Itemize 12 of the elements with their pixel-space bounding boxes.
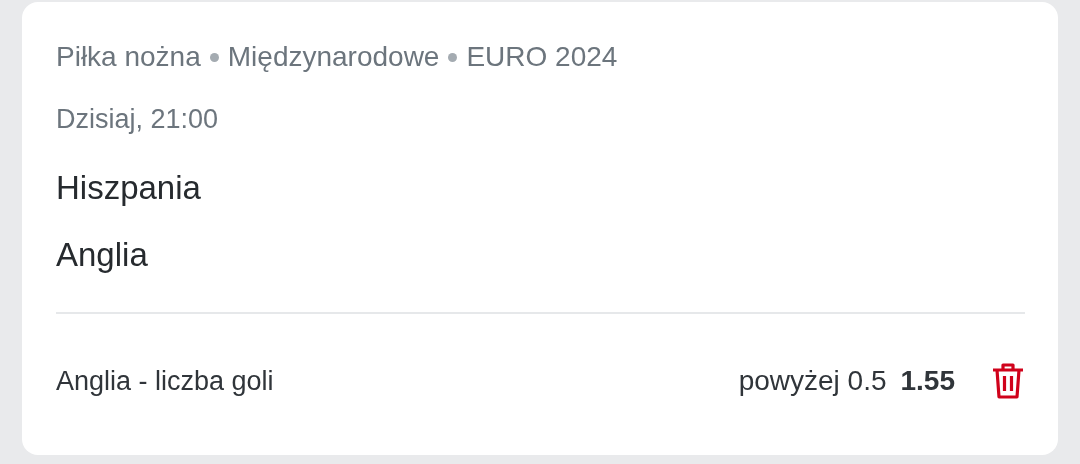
match-time: Dzisiaj, 21:00: [56, 104, 220, 136]
team-name: Anglia: [56, 236, 149, 275]
delete-icon[interactable]: [991, 362, 1025, 400]
separator-dot-icon: [448, 52, 458, 62]
breadcrumb-item: Międzynarodowe: [227, 41, 440, 73]
market-label: Anglia - liczba goli: [56, 365, 275, 397]
team-name: Hiszpania: [56, 169, 202, 208]
breadcrumb-item: Piłka nożna: [56, 41, 201, 73]
separator-dot-icon: [209, 52, 219, 62]
odds-value: 1.55: [900, 365, 955, 397]
breadcrumb-item: EURO 2024: [466, 41, 618, 73]
selection-label: powyżej 0.5: [738, 365, 887, 397]
